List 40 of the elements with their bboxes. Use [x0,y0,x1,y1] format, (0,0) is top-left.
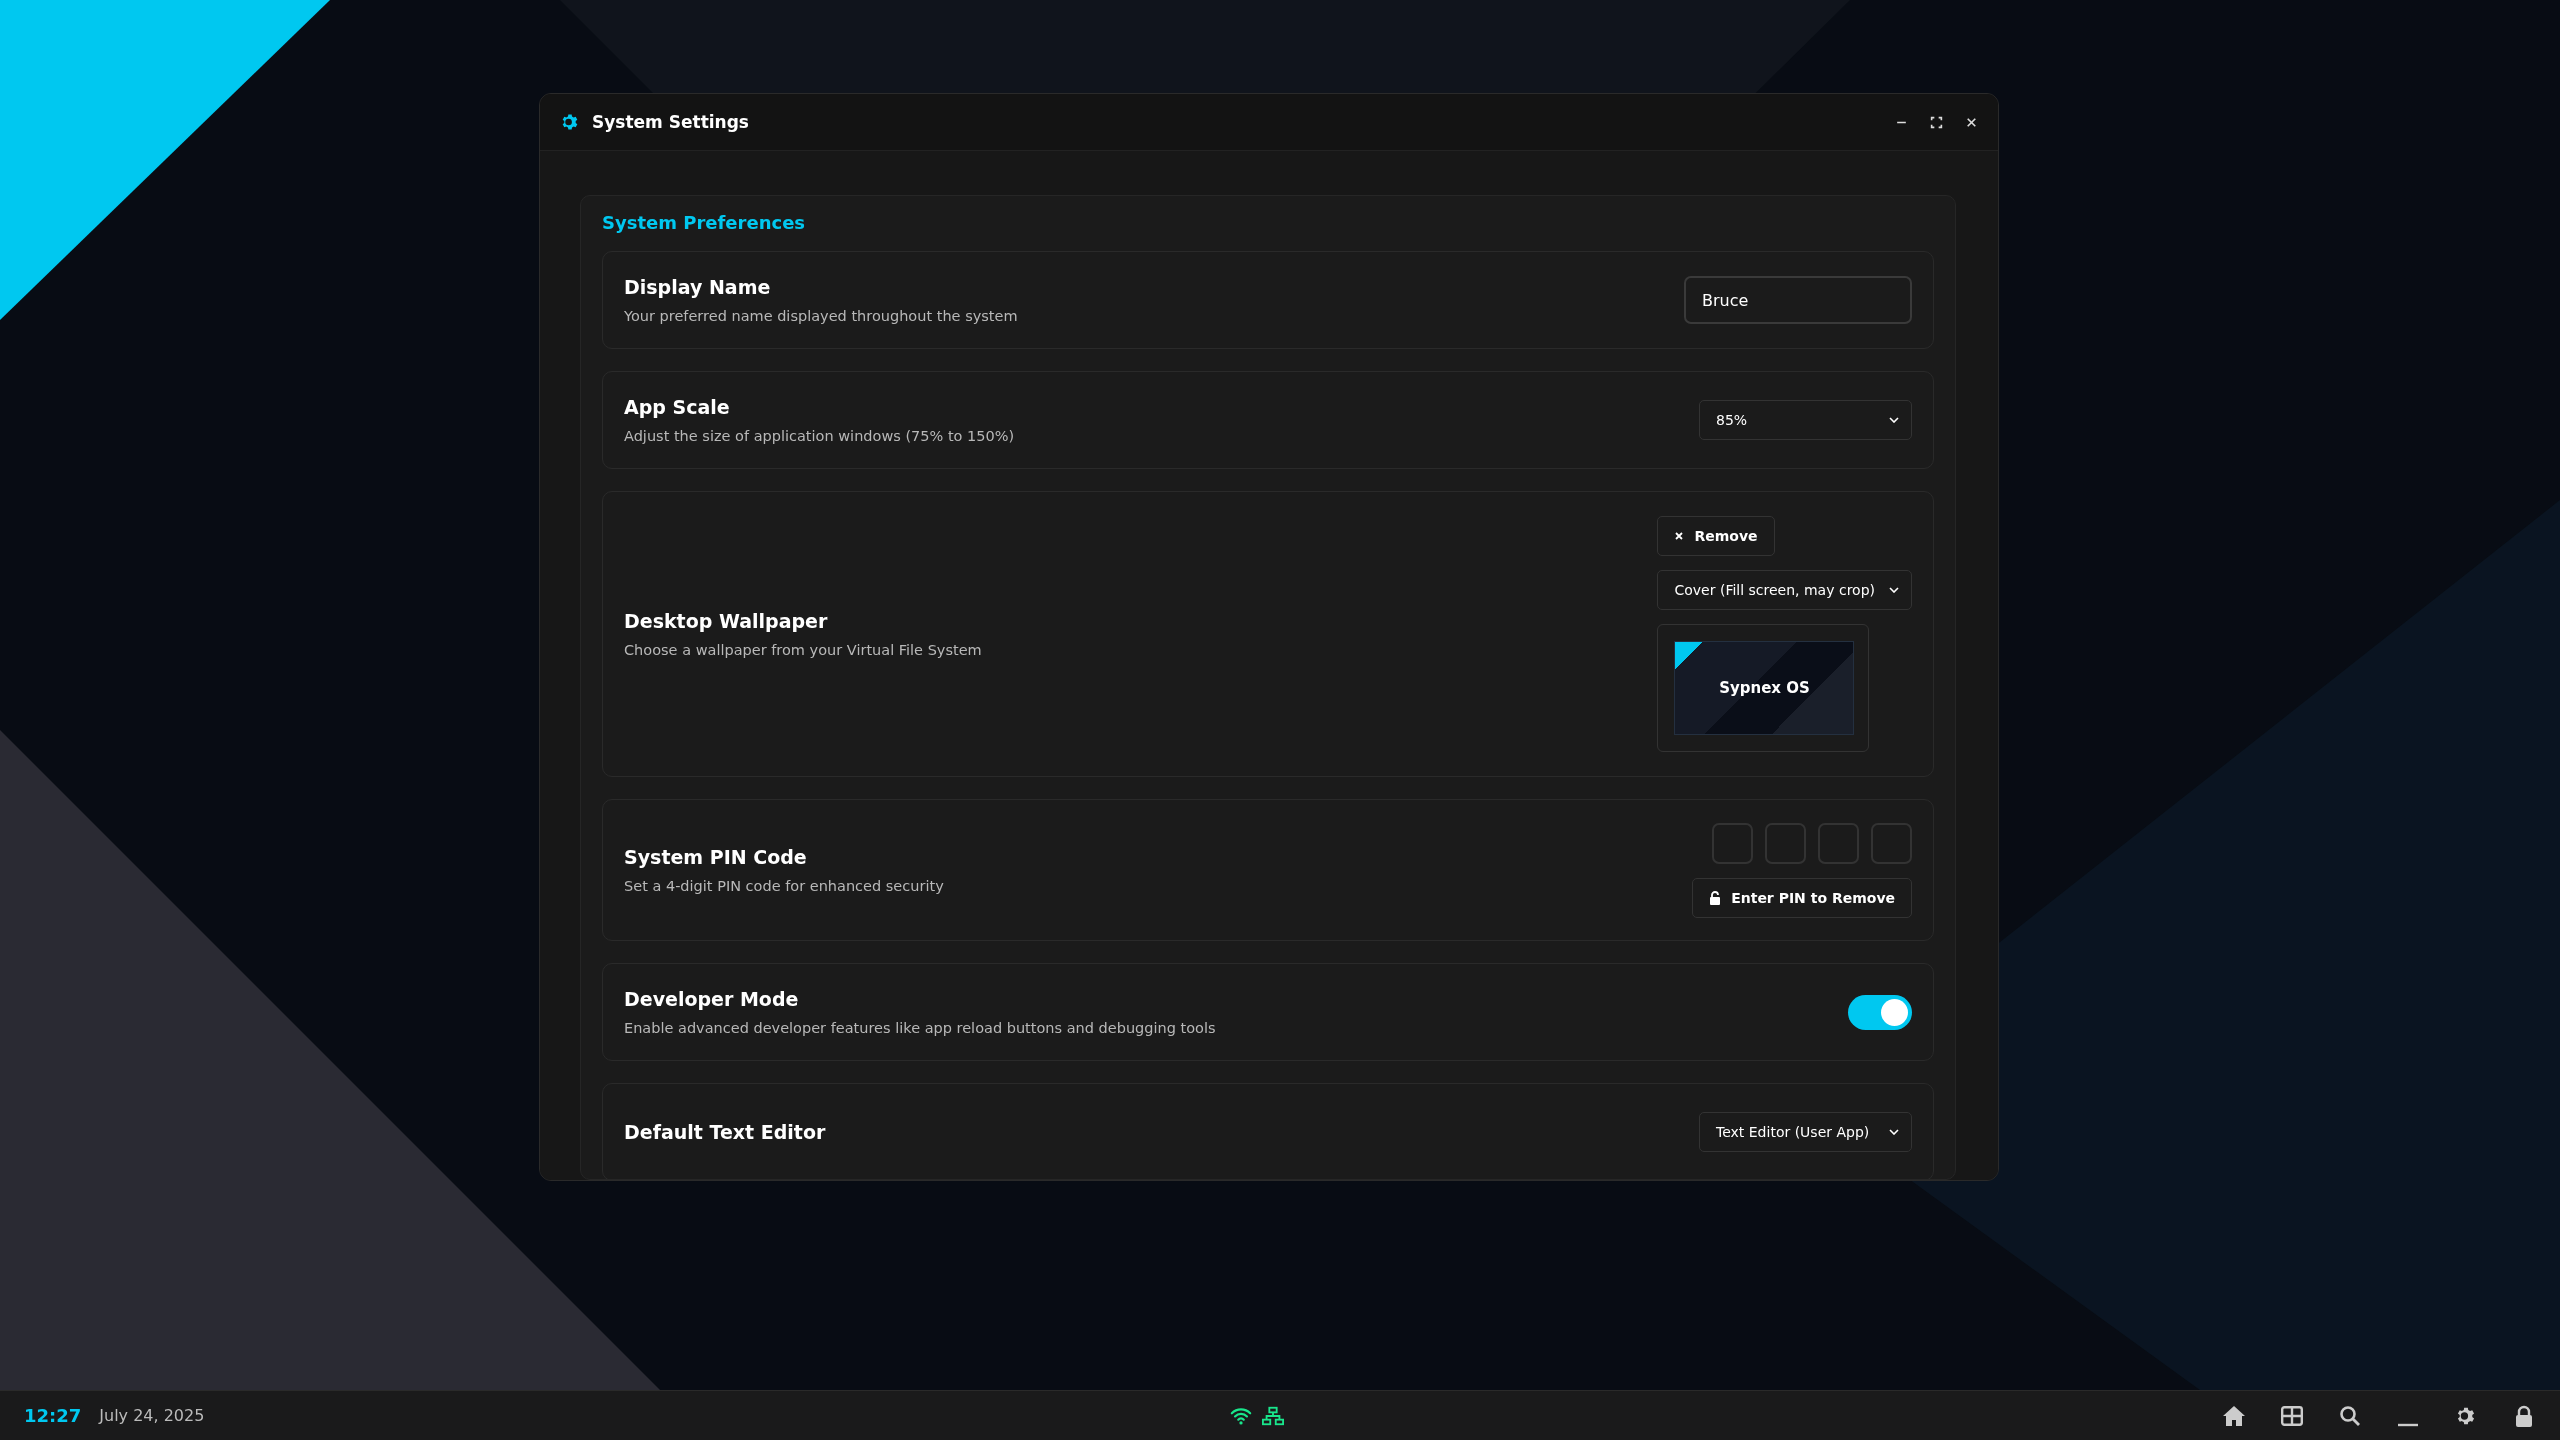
dropdown[interactable]: Text Editor (User App) [1699,1112,1912,1152]
pin-digit-field[interactable] [1818,822,1859,864]
pin-digit-field[interactable] [1712,822,1753,864]
setting-description: Enable advanced developer features like app reload buttons and debugging tools [624,1020,1217,1036]
close-icon [1674,531,1685,541]
dropdown[interactable]: 85% [1699,400,1912,440]
wallpaper-fit-dropdown[interactable]: Cover (Fill screen, may crop) [1657,570,1912,610]
section-title: System Preferences [602,212,807,233]
remove-button[interactable]: Remove [1657,516,1775,556]
wifi-icon[interactable] [1230,1405,1252,1426]
wallpaper-preview[interactable]: Sypnex OS [1674,641,1855,735]
setting-description: Set a 4-digit PIN code for enhanced security [624,878,945,894]
pin-digit-field[interactable] [1765,822,1806,864]
pin-digit-field[interactable] [1871,822,1912,864]
clock-date: July 24, 2025 [99,1406,205,1425]
setting-title: System PIN Code [624,846,808,868]
clock-time: 12:27 [24,1405,82,1426]
settings-icon [560,112,580,132]
setting-description: Adjust the size of application windows (75% to 150%) [624,428,1016,444]
home-icon[interactable] [2222,1404,2246,1427]
chevron-down-icon [1889,587,1899,593]
grid-icon[interactable] [2280,1404,2304,1427]
toggle-switch[interactable] [1848,994,1912,1030]
enter-pin-button[interactable]: Enter PIN to Remove [1692,877,1912,918]
setting-description: Choose a wallpaper from your Virtual File System [624,642,983,658]
setting-title: App Scale [624,396,731,418]
setting-description: Your preferred name displayed throughout the system [624,308,1019,324]
chevron-down-icon [1889,1129,1899,1135]
search-icon[interactable] [2338,1404,2362,1427]
setting-title: Display Name [624,276,772,298]
window-title: System Settings [592,112,749,132]
maximize-icon[interactable] [1930,115,1943,129]
close-icon[interactable] [1965,115,1978,129]
setting-title: Default Text Editor [624,1121,827,1143]
network-icon[interactable] [1262,1405,1284,1426]
chevron-down-icon [1889,417,1899,423]
setting-title: Desktop Wallpaper [624,610,829,632]
lock-icon [1709,890,1722,905]
setting-title: Developer Mode [624,988,800,1010]
display-name-field[interactable]: Bruce [1684,276,1912,324]
